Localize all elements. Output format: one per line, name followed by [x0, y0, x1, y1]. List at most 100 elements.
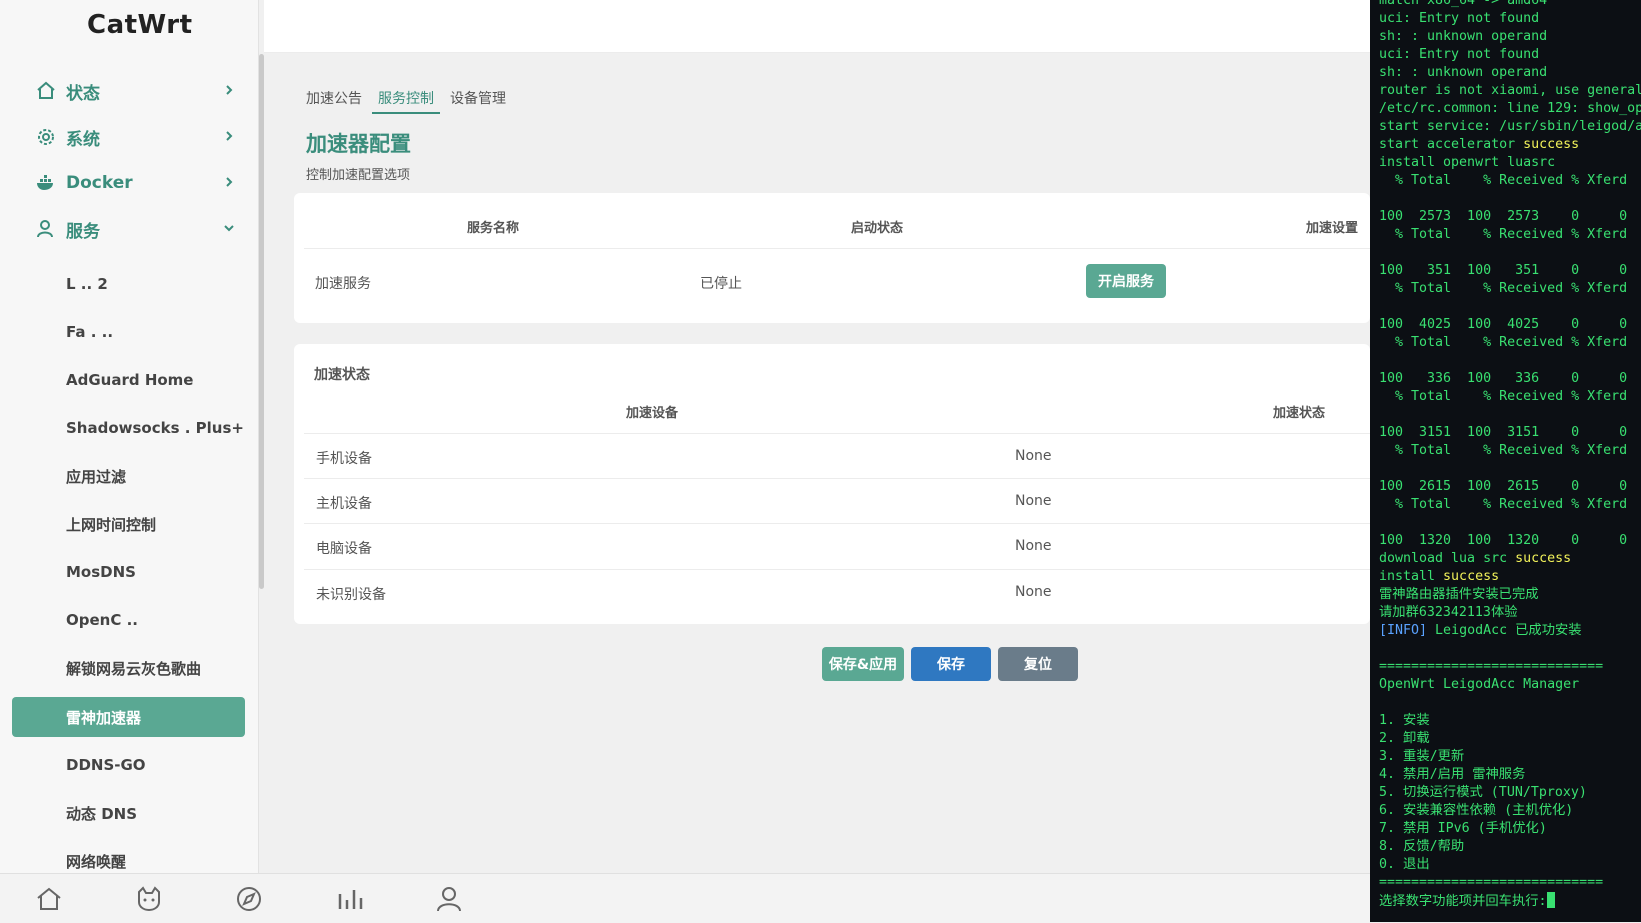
terminal-line: 100 2573 100 2573 0 0 [1379, 209, 1628, 224]
terminal-line: 3. 重装/更新 [1379, 749, 1465, 764]
terminal-line: sh: : unknown operand [1379, 29, 1548, 44]
sidebar-item-ddns-go[interactable]: DDNS-GO [66, 748, 146, 782]
terminal-line: 7. 禁用 IPv6 (手机优化) [1379, 821, 1547, 836]
chevron-down-icon [224, 225, 234, 232]
terminal-line: /etc/rc.common: line 129: show_op [1379, 101, 1641, 116]
header-acc-device: 加速设备 [626, 406, 679, 421]
top-bar [264, 0, 1370, 53]
terminal-cursor [1546, 892, 1555, 908]
terminal-line: 100 4025 100 4025 0 0 [1379, 317, 1628, 332]
sidebar-item-unblock-netease[interactable]: 解锁网易云灰色歌曲 [66, 651, 201, 685]
nav-services-label: 服务 [66, 221, 100, 242]
terminal-line: install openwrt luasrc [1379, 155, 1556, 170]
user-icon [37, 220, 53, 238]
device-value-cell: None [1015, 538, 1052, 554]
terminal-line: % Total % Received % Xferd [1379, 173, 1628, 188]
terminal-line: 8. 反馈/帮助 [1379, 839, 1465, 854]
nav-docker-label: Docker [66, 173, 133, 193]
bottom-dock [0, 873, 1370, 923]
terminal-line: % Total % Received % Xferd [1379, 497, 1628, 512]
terminal-line: start accelerator success [1379, 137, 1580, 152]
terminal-line: % Total % Received % Xferd [1379, 281, 1628, 296]
home-icon [37, 81, 55, 99]
sidebar-scrollbar[interactable] [259, 54, 264, 589]
service-status-cell: 已停止 [700, 276, 742, 292]
terminal-line: 4. 禁用/启用 雷神服务 [1379, 767, 1526, 782]
bar-chart-icon[interactable] [334, 884, 364, 914]
terminal-line: 100 2615 100 2615 0 0 [1379, 479, 1628, 494]
terminal-line: 6. 安装兼容性依赖 (主机优化) [1379, 803, 1574, 818]
terminal-line: % Total % Received % Xferd [1379, 389, 1628, 404]
sidebar-item-openclash[interactable]: OpenC .. [66, 603, 138, 637]
terminal-line: uci: Entry not found [1379, 47, 1540, 62]
terminal-line: 100 1320 100 1320 0 0 [1379, 533, 1628, 548]
nav-system-label: 系统 [66, 129, 100, 150]
device-value-cell: None [1015, 493, 1052, 509]
cat-icon[interactable] [134, 884, 164, 914]
start-service-button[interactable]: 开启服务 [1086, 264, 1166, 298]
brand-logo[interactable]: CatWrt [87, 10, 193, 40]
terminal-line: OpenWrt LeigodAcc Manager [1379, 677, 1580, 692]
acc-status-card: 加速状态 加速设备 加速状态 手机设备 None 主机设备 None 电脑设备 … [294, 344, 1370, 624]
acc-status-title: 加速状态 [314, 367, 370, 383]
sidebar-item-time-control[interactable]: 上网时间控制 [66, 507, 156, 541]
terminal-line: 请加群632342113体验 [1379, 605, 1518, 620]
terminal-line: % Total % Received % Xferd [1379, 227, 1628, 242]
sidebar: CatWrt 状态 系统 Docker 服务 L .. 2 Fa . .. Ad… [0, 0, 259, 922]
terminal-line: uci: Entry not found [1379, 11, 1540, 26]
terminal-line: 0. 退出 [1379, 857, 1430, 872]
terminal-line: 选择数字功能项并回车执行: [1379, 892, 1641, 910]
chevron-right-icon [226, 85, 233, 95]
home-icon[interactable] [34, 884, 64, 914]
header-acc-settings: 加速设置 [1306, 221, 1359, 236]
device-name-cell: 手机设备 [316, 451, 372, 467]
terminal-line: install success [1379, 569, 1500, 584]
terminal-line: 5. 切换运行模式 (TUN/Tproxy) [1379, 785, 1587, 800]
sidebar-item-shadowsocks[interactable]: Shadowsocks . Plus+ [66, 411, 244, 445]
tab-bar: 加速公告 服务控制 设备管理 [300, 84, 516, 114]
device-name-cell: 电脑设备 [316, 541, 372, 557]
page-title: 加速器配置 [306, 132, 411, 156]
nav-status[interactable]: 状态 [36, 71, 246, 111]
terminal-line: match x86_64 -> amd64 [1379, 0, 1548, 8]
terminal-line: 1. 安装 [1379, 713, 1430, 728]
terminal-line: % Total % Received % Xferd [1379, 335, 1628, 350]
sidebar-item-adguard[interactable]: AdGuard Home [66, 363, 193, 397]
nav-services[interactable]: 服务 [36, 209, 246, 249]
reset-button[interactable]: 复位 [998, 647, 1078, 681]
save-button[interactable]: 保存 [911, 647, 991, 681]
compass-icon[interactable] [234, 884, 264, 914]
terminal-line: sh: : unknown operand [1379, 65, 1548, 80]
row-divider [304, 248, 1370, 249]
sidebar-item-1[interactable]: L .. 2 [66, 267, 108, 301]
sidebar-item-mosdns[interactable]: MosDNS [66, 555, 136, 589]
sidebar-item-2[interactable]: Fa . .. [66, 315, 113, 349]
tab-device-management[interactable]: 设备管理 [444, 84, 512, 114]
tab-service-control[interactable]: 服务控制 [372, 84, 440, 114]
nav-system[interactable]: 系统 [36, 117, 246, 157]
gear-icon [38, 129, 54, 145]
terminal-line: 100 336 100 336 0 0 [1379, 371, 1628, 386]
device-value-cell: None [1015, 584, 1052, 600]
page-description: 控制加速配置选项 [306, 168, 411, 183]
sidebar-item-app-filter[interactable]: 应用过滤 [66, 459, 126, 493]
terminal-line: ============================ [1379, 875, 1604, 890]
terminal-line: ============================ [1379, 659, 1604, 674]
save-apply-button[interactable]: 保存&应用 [822, 647, 904, 681]
row-divider [304, 433, 1370, 434]
terminal-panel[interactable]: match x86_64 -> amd64 uci: Entry not foun… [1370, 0, 1641, 922]
nav-docker[interactable]: Docker [36, 163, 246, 203]
tab-announcement[interactable]: 加速公告 [300, 84, 368, 114]
sidebar-item-dynamic-dns[interactable]: 动态 DNS [66, 796, 137, 830]
chevron-right-icon [226, 131, 233, 141]
user-icon[interactable] [434, 884, 464, 914]
terminal-line: router is not xiaomi, use general [1379, 83, 1641, 98]
sidebar-item-leigod[interactable]: 雷神加速器 [12, 697, 245, 737]
